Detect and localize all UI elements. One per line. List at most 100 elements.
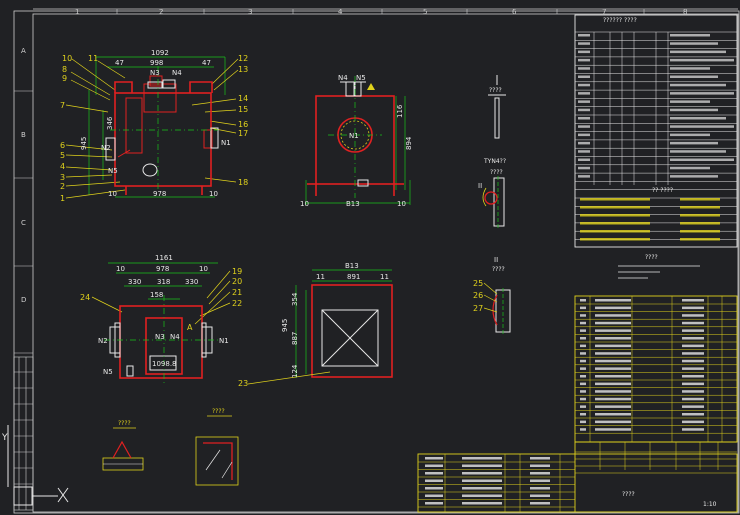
- side-triangle-mark: [367, 83, 375, 90]
- design-cell-glyph: [670, 141, 718, 145]
- parts-cell-glyph: [580, 390, 586, 393]
- design-cell-glyph: [578, 108, 590, 112]
- list-cell-glyph: [680, 238, 720, 241]
- nozzle-n5: N5: [108, 167, 118, 175]
- parts-cell-glyph: [580, 306, 586, 310]
- parts-cell-glyph: [682, 413, 704, 416]
- parts-list: [574, 295, 738, 443]
- callout-9: 9: [62, 74, 67, 83]
- dim-bottom-left: 10: [300, 200, 309, 208]
- nozzle-n4: N4: [172, 69, 182, 77]
- parts-cell-glyph: [595, 299, 631, 302]
- callout-21: 21: [232, 288, 242, 297]
- dim-second-mid: 891: [347, 273, 360, 281]
- list-cell-glyph: [580, 238, 650, 241]
- detail-ii-label: II: [494, 256, 498, 264]
- parts-cell-glyph: [682, 337, 704, 340]
- title-cell-glyph: [425, 502, 443, 505]
- dim-second-left: 10: [116, 265, 125, 273]
- callout-6: 6: [60, 141, 65, 150]
- parts-cell-glyph: [580, 352, 586, 355]
- callout-25: 25: [473, 279, 483, 288]
- callout-27: 27: [473, 304, 483, 313]
- list-cell-glyph: [680, 222, 720, 225]
- row-letter: B: [21, 131, 26, 139]
- design-cell-glyph: [578, 83, 590, 87]
- dim-right-height: 894: [405, 136, 413, 150]
- design-cell-glyph: [578, 50, 590, 54]
- design-table-title: ?????? ????: [603, 17, 637, 24]
- callout-16: 16: [238, 120, 248, 129]
- technical-notes: ????: [618, 254, 700, 279]
- callout-18: 18: [238, 178, 248, 187]
- title-cell-glyph: [530, 479, 550, 482]
- parts-cell-glyph: [580, 405, 586, 408]
- side-body-outline: [307, 95, 404, 196]
- detail-callouts: 25 26 27: [473, 279, 483, 313]
- design-cell-glyph: [670, 83, 726, 87]
- base-leader-23: [247, 371, 331, 385]
- design-cell-glyph: [578, 58, 590, 62]
- design-cell-glyph: [670, 150, 726, 153]
- parts-list-rows: [575, 296, 737, 442]
- callout-a: A: [187, 323, 193, 332]
- nozzle-n1: N1: [219, 337, 229, 345]
- title-cell-glyph: [530, 502, 550, 505]
- design-cell-glyph: [578, 34, 590, 37]
- parts-cell-glyph: [580, 382, 586, 386]
- parts-cell-glyph: [682, 329, 704, 332]
- parts-cell-glyph: [682, 375, 704, 378]
- detail-top-title: ????: [489, 87, 502, 94]
- design-cell-glyph: [670, 67, 710, 70]
- title-cell-glyph: [425, 479, 443, 482]
- callout-10: 10: [62, 54, 72, 63]
- dim-body-height: 346: [106, 116, 114, 130]
- title-cell-glyph: [462, 502, 502, 505]
- parts-cell-glyph: [580, 375, 586, 378]
- list-title: ?? ????: [652, 187, 673, 194]
- design-cell-glyph: [578, 125, 590, 128]
- title-cell-glyph: [462, 472, 502, 475]
- design-cell-glyph: [670, 50, 726, 54]
- plan-parts: [109, 322, 213, 377]
- list-cell-glyph: [680, 230, 720, 233]
- detail-ii-drawing: [483, 282, 511, 335]
- design-cell-glyph: [670, 92, 734, 95]
- list-cell-glyph: [580, 206, 650, 209]
- dim-inner-width: 998: [150, 59, 163, 67]
- callout-26: 26: [473, 291, 483, 300]
- dim-left-outer: 945: [281, 319, 289, 332]
- parts-cell-glyph: [595, 337, 631, 340]
- design-cell-glyph: [670, 175, 718, 178]
- dim-inner: 158: [150, 291, 163, 299]
- list-cell-glyph: [580, 222, 650, 225]
- parts-cell-glyph: [682, 352, 704, 355]
- callout-4: 4: [60, 162, 65, 171]
- notes-title: ????: [645, 254, 658, 261]
- detail-label: TYN4??: [483, 158, 506, 165]
- callout-3: 3: [60, 173, 65, 182]
- callout-19: 19: [232, 267, 242, 276]
- design-cell-glyph: [578, 67, 590, 70]
- callout-15: 15: [238, 105, 248, 114]
- callout-13: 13: [238, 65, 248, 74]
- ucs-axis-icon: [7, 425, 69, 506]
- callout-1: 1: [60, 194, 65, 203]
- nozzle-n5: N5: [356, 74, 366, 82]
- dim-left-inner: 887: [291, 332, 299, 345]
- dim-right-small: 116: [396, 104, 404, 118]
- parts-cell-glyph: [595, 405, 631, 408]
- detail-ii-title: ????: [492, 266, 505, 273]
- design-table-rows: [575, 31, 737, 241]
- side-view: N4 N5 N1 116 894 10 B13 10: [300, 74, 413, 208]
- title-cell-glyph: [425, 464, 443, 467]
- parts-cell-glyph: [595, 359, 631, 363]
- front-body-outline: [114, 81, 213, 195]
- parts-cell-glyph: [595, 382, 631, 386]
- title-cell-glyph: [462, 464, 502, 467]
- dim-second-mid: 978: [156, 265, 169, 273]
- parts-cell-glyph: [580, 299, 586, 302]
- title-block-name: ????: [622, 491, 635, 498]
- base-view: B13 11 891 11 945 887 354 124 23: [238, 262, 393, 388]
- parts-cell-glyph: [595, 375, 631, 378]
